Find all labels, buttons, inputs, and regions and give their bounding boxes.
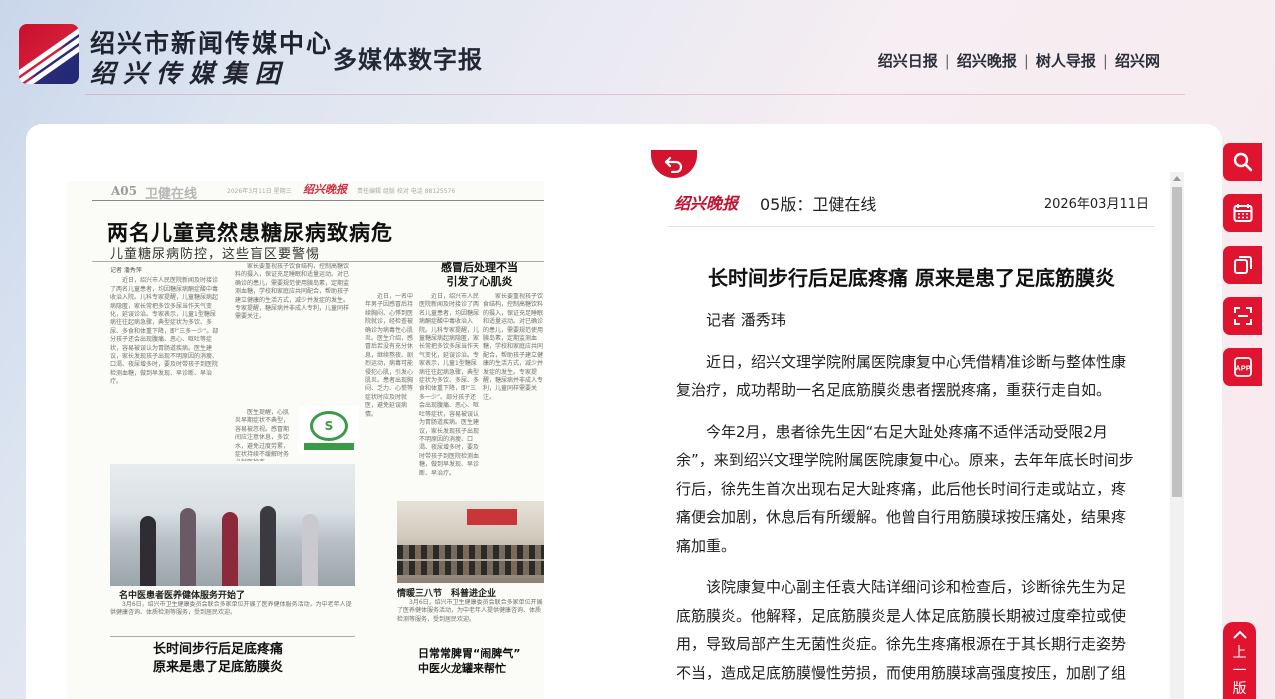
newspaper-page-image[interactable]: A05 卫健在线 2026年3月11日 星期三 绍兴晚报 责任编辑 组版 校对 … xyxy=(67,181,544,699)
paper-column-text: 近日，一名中年男子因感冒后持续胸闷、心悸到医院就诊，经检查被确诊为病毒性心肌炎。… xyxy=(365,293,414,418)
app-icon-label: APP xyxy=(1235,364,1250,373)
paper-byline: 记者 潘秀萍 xyxy=(110,267,142,274)
headline-line-1: 日常常脾胃“闹脾气” xyxy=(418,647,521,660)
logo-icon[interactable] xyxy=(19,24,79,84)
nav-separator: | xyxy=(1023,51,1029,70)
calendar-button[interactable] xyxy=(1223,194,1262,232)
nav-separator: | xyxy=(1102,51,1108,70)
paper-column-1[interactable]: 记者 潘秀萍 近日，绍兴市人民医院新闻及时接诊了两名儿童患者，均因糖尿病酮症酸中… xyxy=(110,267,220,462)
paper-article-headline-active[interactable]: 长时间步行后足底疼痛 原来是患了足底筋膜炎 xyxy=(153,641,283,677)
paper-photo-text: 3月6日，绍兴市卫生健康委员会联合多家单位开展了医养健体服务活动，为中老年人提供… xyxy=(397,599,544,639)
headline-line-1: 长时间步行后足底疼痛 xyxy=(153,642,284,657)
site-header: 绍兴市新闻传媒中心 绍兴传媒集团 多媒体数字报 绍兴日报 | 绍兴晚报 | 树人… xyxy=(0,0,1275,110)
scan-icon xyxy=(1233,307,1252,325)
nav-link-shaoxing-evening[interactable]: 绍兴晚报 xyxy=(957,50,1017,71)
paper-photo-exercise[interactable] xyxy=(110,464,355,586)
paper-column-text: 3月6日，绍兴市卫生健康委员会联合多家单位开展了医养健体服务活动，为中老年人提供… xyxy=(110,601,352,617)
article-brand: 绍兴晚报 xyxy=(674,194,739,213)
paper-sub-headline: 儿童糖尿病防控，这些盲区要警惕 xyxy=(110,247,321,262)
article-date: 2026年03月11日 xyxy=(1043,197,1149,212)
copy-icon xyxy=(1233,256,1252,274)
paper-side-headline[interactable]: 感冒后处理不当 引发了心肌炎 xyxy=(417,261,542,289)
headline-line-2: 原来是患了足底筋膜炎 xyxy=(153,660,284,675)
scrollbar-thumb[interactable] xyxy=(1172,187,1182,497)
article-title: 长时间步行后足底疼痛 原来是患了足底筋膜炎 xyxy=(708,266,1115,290)
article-paragraph: 近日，绍兴文理学院附属医院康复中心凭借精准诊断与整体性康复治疗，成功帮助一名足底… xyxy=(676,352,1127,400)
page-rule xyxy=(92,200,544,201)
page-number: A05 xyxy=(111,184,138,198)
article-body: 记者 潘秀玮 近日，绍兴文理学院附属医院康复中心凭借精准诊断与整体性康复治疗，成… xyxy=(676,306,1137,699)
photo-caption: 情暖三八节 科普进企业 xyxy=(397,589,497,599)
back-arrow-icon xyxy=(664,156,683,173)
nav-link-shuren-daobao[interactable]: 树人导报 xyxy=(1036,50,1096,71)
paper-photo-lecture[interactable] xyxy=(397,501,544,583)
search-button[interactable] xyxy=(1223,143,1262,181)
prev-page-button[interactable]: 上一版 xyxy=(1223,622,1256,699)
search-icon xyxy=(1233,152,1252,172)
nav-link-shaoxing-daily[interactable]: 绍兴日报 xyxy=(878,50,938,71)
page-brand: 绍兴晚报 xyxy=(303,183,347,196)
paper-column-3[interactable]: 近日，一名中年男子因感冒后持续胸闷、心悸到医院就诊，经检查被确诊为病毒性心肌炎。… xyxy=(365,293,415,493)
health-badge-icon: S xyxy=(299,406,359,454)
headline-line-2: 中医火龙罐来帮忙 xyxy=(418,662,506,675)
chevron-up-icon xyxy=(1232,630,1247,639)
scan-button[interactable] xyxy=(1223,297,1262,335)
copy-button[interactable] xyxy=(1223,246,1262,284)
section-rule xyxy=(110,636,355,637)
site-subtitle: 多媒体数字报 xyxy=(333,45,483,74)
page-date: 2026年3月11日 星期三 xyxy=(227,188,292,195)
article-header: 绍兴晚报 05版：卫健在线 2026年03月11日 xyxy=(668,182,1155,227)
paper-column-text: 家长要重视孩子饮食结构，控制高糖饮料的摄入，保证充足睡眠和适量运动。对已确诊的患… xyxy=(483,293,543,401)
app-icon: APP xyxy=(1233,357,1252,377)
article-paragraph: 今年2月，患者徐先生因“右足大趾处疼痛不适伴活动受限2月余”，来到绍兴文理学院附… xyxy=(676,422,1134,555)
scroll-up-arrow-icon[interactable] xyxy=(1173,176,1181,181)
paper-column-text: 家长要重视孩子饮食结构，控制高糖饮料的摄入，保证充足睡眠和适量运动。对已确诊的患… xyxy=(235,263,350,321)
paper-column-text: 近日，绍兴市人民医院新闻及时接诊了两名儿童患者，均因糖尿病酮症酸中毒收治入院。儿… xyxy=(110,277,219,386)
article-byline: 记者 潘秀玮 xyxy=(706,311,786,329)
paper-photo-text: 3月6日，绍兴市卫生健康委员会联合多家单位开展了医养健体服务活动，为中老年人提供… xyxy=(110,601,355,635)
calendar-icon xyxy=(1233,204,1252,222)
paper-column-text: 3月6日，绍兴市卫生健康委员会联合多家单位开展了医养健体服务活动，为中老年人提供… xyxy=(397,599,543,623)
paper-column-4[interactable]: 近日，绍兴市人民医院新闻及时接诊了两名儿童患者，均因糖尿病酮症酸中毒收治入院。儿… xyxy=(419,293,479,493)
header-divider xyxy=(85,94,1185,95)
nav-separator: | xyxy=(944,51,950,70)
page-editor-line: 责任编辑 组版 校对 电话 88125576 xyxy=(357,188,456,195)
paper-column-text: 近日，绍兴市人民医院新闻及时接诊了两名儿童患者，均因糖尿病酮症酸中毒收治入院。儿… xyxy=(419,293,479,477)
side-headline-line-2: 引发了心肌炎 xyxy=(446,275,513,288)
paper-column-2[interactable]: 家长要重视孩子饮食结构，控制高糖饮料的摄入，保证充足睡眠和适量运动。对已确诊的患… xyxy=(235,263,353,403)
top-nav: 绍兴日报 | 绍兴晚报 | 树人导报 | 绍兴网 xyxy=(878,50,1160,71)
org-group-name: 绍兴传媒集团 xyxy=(90,59,289,88)
app-button[interactable]: APP xyxy=(1223,348,1262,386)
paper-column-text: 医生提醒，心肌炎早期症状不典型，容易被忽视。感冒期间应注意休息，多饮水，避免过度… xyxy=(235,409,290,461)
paper-article-headline[interactable]: 日常常脾胃“闹脾气” 中医火龙罐来帮忙 xyxy=(418,646,520,676)
side-headline-line-1: 感冒后处理不当 xyxy=(441,261,518,274)
nav-link-shaoxing-net[interactable]: 绍兴网 xyxy=(1115,50,1160,71)
article-edition[interactable]: 05版：卫健在线 xyxy=(760,191,876,215)
paper-column-2b[interactable]: 医生提醒，心肌炎早期症状不典型，容易被忽视。感冒期间应注意休息，多饮水，避免过度… xyxy=(235,409,293,461)
paper-column-5[interactable]: 家长要重视孩子饮食结构，控制高糖饮料的摄入，保证充足睡眠和适量运动。对已确诊的患… xyxy=(483,293,543,493)
prev-page-label: 上一版 xyxy=(1232,645,1247,697)
article-paragraph: 该院康复中心副主任袁大陆详细问诊和检查后，诊断徐先生为足底筋膜炎。他解释，足底筋… xyxy=(676,578,1127,682)
photo-caption: 名中医患者医养健体服务开始了 xyxy=(119,591,246,601)
